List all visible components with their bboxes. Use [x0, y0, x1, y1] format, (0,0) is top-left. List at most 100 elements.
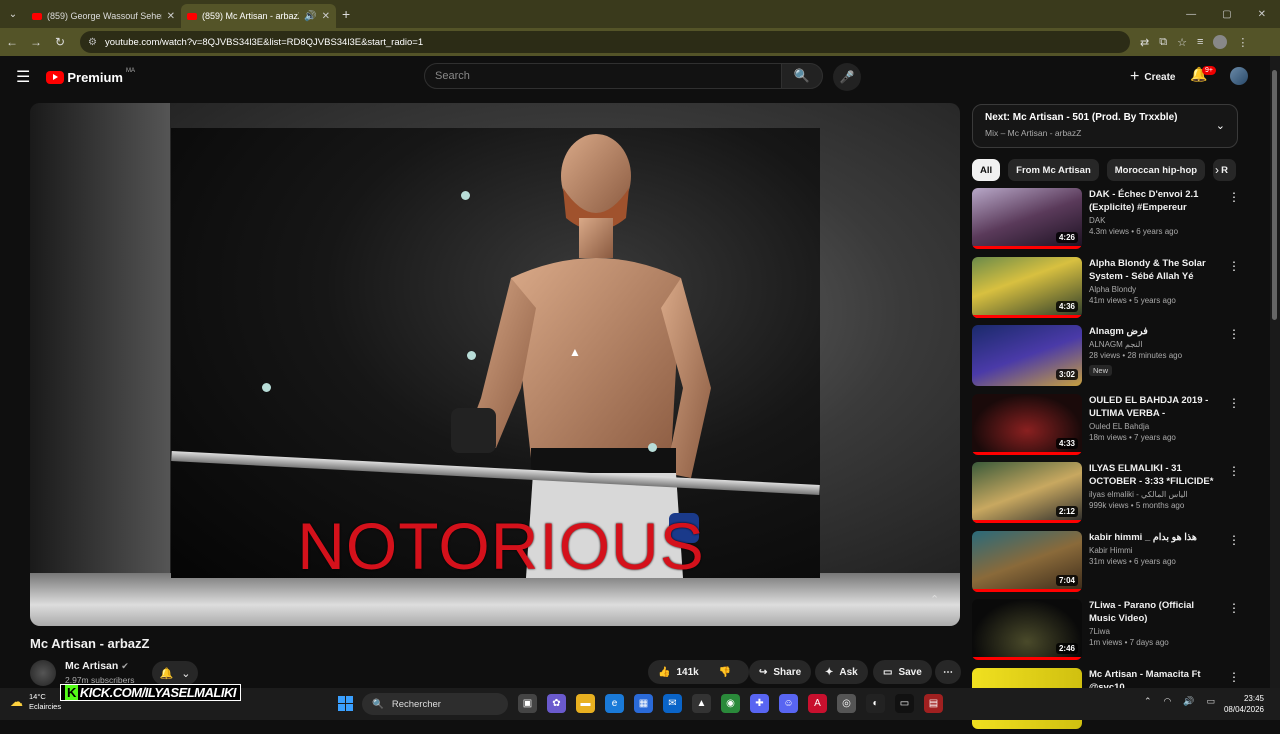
- list-item[interactable]: 4:26 DAK - Échec D'envoi 2.1 (Explicite)…: [972, 186, 1248, 255]
- video-thumbnail[interactable]: 7:04: [972, 531, 1082, 592]
- site-info-icon[interactable]: ⚙: [88, 37, 97, 48]
- more-vert-icon[interactable]: ⋮: [1228, 464, 1240, 478]
- video-thumbnail[interactable]: 2:12: [972, 462, 1082, 523]
- video-title: Mc Artisan - arbazZ: [30, 636, 149, 651]
- more-vert-icon[interactable]: ⋮: [1228, 190, 1240, 204]
- edge-icon[interactable]: e: [605, 694, 624, 713]
- url-field[interactable]: ⚙ youtube.com/watch?v=8QJVBS34l3E&list=R…: [80, 31, 1130, 53]
- game-controller-icon[interactable]: ✚: [750, 694, 769, 713]
- share-button[interactable]: ↪ Share: [749, 660, 811, 684]
- like-icon[interactable]: 👍: [658, 667, 670, 678]
- chrome-icon[interactable]: ◉: [721, 694, 740, 713]
- list-item[interactable]: 2:46 7Liwa - Parano (Official Music Vide…: [972, 597, 1248, 666]
- tab-george-wassouf[interactable]: (859) George Wassouf Sehert El ✕: [26, 4, 181, 28]
- profile-avatar[interactable]: [1213, 35, 1227, 49]
- close-window-icon[interactable]: ✕: [1258, 9, 1266, 20]
- list-item[interactable]: 4:36 Alpha Blondy & The Solar System - S…: [972, 255, 1248, 324]
- minimize-icon[interactable]: —: [1186, 9, 1196, 20]
- scrollbar-thumb[interactable]: [1272, 70, 1277, 320]
- install-icon[interactable]: ⧉: [1159, 36, 1167, 49]
- watched-progress-bar: [972, 452, 1082, 455]
- subscription-bell-button[interactable]: 🔔 ⌄: [152, 661, 198, 685]
- dislike-icon[interactable]: 👎: [719, 667, 731, 678]
- channel-avatar[interactable]: [30, 660, 56, 686]
- windows-start-icon[interactable]: [338, 696, 353, 711]
- tab-mc-artisan[interactable]: (859) Mc Artisan - arbazZ - 🔊 ✕: [181, 4, 336, 28]
- wifi-icon[interactable]: ◠: [1164, 696, 1172, 707]
- chevron-up-icon[interactable]: ⌃: [1144, 696, 1152, 707]
- more-vert-icon[interactable]: ⋮: [1228, 259, 1240, 273]
- create-button[interactable]: + Create: [1120, 63, 1185, 91]
- list-item[interactable]: 4:33 OULED EL BAHDJA 2019 - ULTIMA VERBA…: [972, 392, 1248, 461]
- filter-chips: All From Mc Artisan Moroccan hip-hop R: [972, 159, 1236, 181]
- search-input[interactable]: Search: [424, 63, 782, 89]
- discord-icon[interactable]: ☺: [779, 694, 798, 713]
- terminal-icon[interactable]: ▭: [895, 694, 914, 713]
- video-player[interactable]: NOTORIOUS ▲ ⌃: [30, 103, 960, 626]
- chevron-down-icon[interactable]: ⌄: [1216, 119, 1225, 132]
- volume-icon[interactable]: 🔊: [1183, 696, 1194, 707]
- weather-widget[interactable]: ☁ 14°C Eclaircies: [10, 692, 61, 712]
- audio-icon[interactable]: 🔊: [304, 11, 316, 22]
- playlist-next-panel[interactable]: Next: Mc Artisan - 501 (Prod. By Trxxble…: [972, 104, 1238, 148]
- chip-from-mc-artisan[interactable]: From Mc Artisan: [1008, 159, 1099, 181]
- more-vert-icon[interactable]: ⋮: [1228, 601, 1240, 615]
- copilot-icon[interactable]: ✿: [547, 694, 566, 713]
- back-icon[interactable]: ←: [0, 35, 24, 49]
- forward-icon[interactable]: →: [24, 35, 48, 49]
- file-explorer-icon[interactable]: ▬: [576, 694, 595, 713]
- page-scrollbar[interactable]: [1270, 56, 1280, 688]
- system-clock[interactable]: 23:45 08/04/2026: [1222, 693, 1264, 715]
- video-frame[interactable]: NOTORIOUS ▲: [171, 128, 820, 578]
- plus-icon: +: [1130, 68, 1139, 86]
- bookmark-star-icon[interactable]: ☆: [1177, 36, 1187, 49]
- video-thumbnail[interactable]: 2:46: [972, 599, 1082, 660]
- chevron-right-icon[interactable]: ›: [1215, 163, 1219, 177]
- video-thumbnail[interactable]: 4:26: [972, 188, 1082, 249]
- voice-search-button[interactable]: 🎤: [833, 63, 861, 91]
- youtube-logo[interactable]: Premium MA: [46, 70, 135, 85]
- list-item[interactable]: 2:12 ILYAS ELMALIKI - 31 OCTOBER - 3:33 …: [972, 460, 1248, 529]
- list-item[interactable]: 3:02 Alnagm فرض ALNAGM النجم 28 views • …: [972, 323, 1248, 392]
- video-thumbnail[interactable]: 4:36: [972, 257, 1082, 318]
- youtube-favicon-icon: [187, 13, 197, 20]
- search-button[interactable]: 🔍: [781, 63, 823, 89]
- reload-icon[interactable]: ↻: [48, 35, 72, 49]
- chip-all[interactable]: All: [972, 159, 1000, 181]
- maximize-icon[interactable]: ▢: [1222, 9, 1231, 20]
- new-tab-button[interactable]: +: [342, 6, 350, 22]
- more-vert-icon[interactable]: ⋮: [1228, 327, 1240, 341]
- channel-name[interactable]: Mc Artisan ✔: [65, 660, 129, 672]
- list-item[interactable]: 7:04 kabir himmi _ هذا هو بدام Kabir Him…: [972, 529, 1248, 598]
- media-icon[interactable]: ▲: [692, 694, 711, 713]
- store-icon[interactable]: ▦: [634, 694, 653, 713]
- acrobat-icon[interactable]: A: [808, 694, 827, 713]
- obs-icon[interactable]: ◎: [837, 694, 856, 713]
- app-news-icon[interactable]: ▤: [924, 694, 943, 713]
- more-vert-icon[interactable]: ⋮: [1228, 533, 1240, 547]
- chip-moroccan-hip-hop[interactable]: Moroccan hip-hop: [1107, 159, 1205, 181]
- ask-button[interactable]: ✦ Ask: [815, 660, 868, 684]
- reading-list-icon[interactable]: ≡: [1197, 36, 1203, 48]
- outlook-icon[interactable]: ✉: [663, 694, 682, 713]
- taskbar-search-input[interactable]: 🔍 Rechercher: [362, 693, 508, 715]
- battery-icon[interactable]: ▭: [1207, 696, 1216, 707]
- more-actions-button[interactable]: ⋯: [935, 660, 961, 684]
- account-avatar[interactable]: [1230, 67, 1248, 85]
- app-icon[interactable]: ◐: [866, 694, 885, 713]
- tab-search-icon[interactable]: ⌄: [0, 0, 26, 28]
- task-view-icon[interactable]: ▣: [518, 694, 537, 713]
- close-tab-icon[interactable]: ✕: [322, 11, 330, 22]
- browser-menu-icon[interactable]: ⋮: [1237, 36, 1248, 49]
- video-thumbnail[interactable]: 4:33: [972, 394, 1082, 455]
- hamburger-menu-icon[interactable]: ☰: [16, 67, 30, 87]
- like-count[interactable]: 141k: [676, 667, 698, 678]
- more-vert-icon[interactable]: ⋮: [1228, 396, 1240, 410]
- hide-controls-icon[interactable]: ⌃: [930, 593, 939, 606]
- translate-icon[interactable]: ⇄: [1140, 36, 1149, 49]
- close-tab-icon[interactable]: ✕: [167, 11, 175, 22]
- save-button[interactable]: ▭ Save: [873, 660, 932, 684]
- video-thumbnail[interactable]: 3:02: [972, 325, 1082, 386]
- more-vert-icon[interactable]: ⋮: [1228, 670, 1240, 684]
- window-controls: — ▢ ✕: [1186, 9, 1280, 20]
